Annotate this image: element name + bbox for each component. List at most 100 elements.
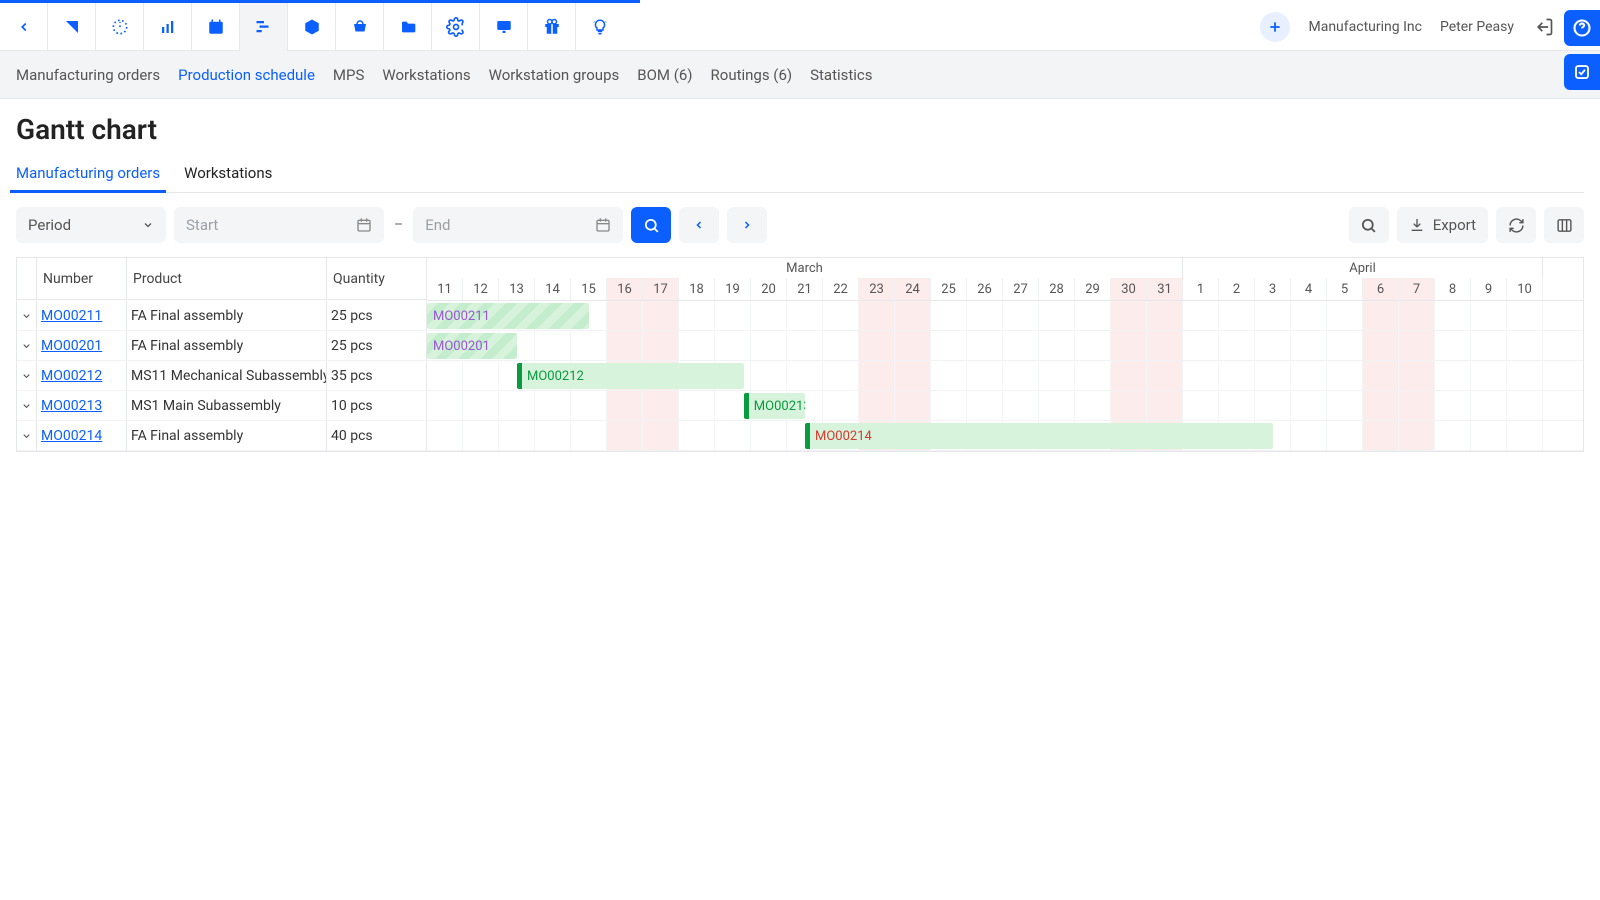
end-date-input[interactable]: End (413, 207, 623, 243)
mo-number-link[interactable]: MO00213 (41, 398, 102, 414)
loading-progress (0, 0, 1600, 3)
gantt-bar[interactable]: MO00211 (427, 303, 589, 329)
gantt-bar[interactable]: MO00212 (517, 363, 744, 389)
gantt-icon[interactable] (240, 3, 288, 51)
columns-icon (1556, 217, 1573, 234)
subnav-workstations[interactable]: Workstations (382, 66, 470, 84)
dashboard-icon[interactable] (96, 3, 144, 51)
mo-number-link[interactable]: MO00201 (41, 338, 102, 354)
export-button[interactable]: Export (1397, 207, 1488, 243)
mo-number-cell: MO00214 (37, 421, 127, 451)
filter-controls: Period Start – End Export (16, 193, 1584, 257)
day-header: 1 (1183, 278, 1219, 300)
display-icon[interactable] (480, 3, 528, 51)
logo-icon[interactable] (48, 3, 96, 51)
gantt-bar-label: MO00214 (815, 429, 872, 444)
subnav-mps[interactable]: MPS (333, 66, 364, 84)
day-header: 14 (535, 278, 571, 300)
gantt-bar[interactable]: MO00213 (744, 393, 805, 419)
day-header: 8 (1435, 278, 1471, 300)
tasks-icon[interactable] (1564, 54, 1600, 90)
day-header: 10 (1507, 278, 1543, 300)
day-header: 18 (679, 278, 715, 300)
user-name[interactable]: Peter Peasy (1440, 19, 1514, 35)
end-date-placeholder: End (425, 216, 450, 234)
next-button[interactable] (727, 207, 767, 243)
back-button[interactable] (0, 3, 48, 51)
day-header: 16 (607, 278, 643, 300)
day-header: 20 (751, 278, 787, 300)
calendar-icon[interactable] (192, 3, 240, 51)
expand-row-button[interactable] (17, 421, 37, 451)
gantt-bar-label: MO00212 (527, 369, 584, 384)
day-header: 17 (643, 278, 679, 300)
prev-button[interactable] (679, 207, 719, 243)
subnav-manufacturing-orders[interactable]: Manufacturing orders (16, 66, 160, 84)
col-quantity-header: Quantity (327, 258, 427, 300)
add-button[interactable] (1260, 12, 1290, 42)
chevron-left-icon (693, 219, 705, 231)
expand-row-button[interactable] (17, 331, 37, 361)
mo-number-cell: MO00201 (37, 331, 127, 361)
day-header: 2 (1219, 278, 1255, 300)
folder-icon[interactable] (384, 3, 432, 51)
gift-icon[interactable] (528, 3, 576, 51)
day-header: 5 (1327, 278, 1363, 300)
inventory-icon[interactable] (288, 3, 336, 51)
reports-icon[interactable] (144, 3, 192, 51)
subnav-production-schedule[interactable]: Production schedule (178, 66, 315, 84)
subnav-routings[interactable]: Routings (6) (711, 66, 793, 84)
mo-number-link[interactable]: MO00214 (41, 428, 102, 444)
help-icon[interactable] (1564, 10, 1600, 46)
quantity-cell: 10 pcs (327, 391, 427, 421)
product-cell: MS11 Mechanical Subassembly (127, 361, 327, 391)
ideas-icon[interactable] (576, 3, 624, 51)
period-select-label: Period (28, 216, 71, 234)
expand-row-button[interactable] (17, 391, 37, 421)
subnav-statistics[interactable]: Statistics (810, 66, 872, 84)
org-name[interactable]: Manufacturing Inc (1308, 19, 1421, 35)
timeline-row: MO00214 (427, 421, 1583, 451)
day-header: 6 (1363, 278, 1399, 300)
settings-icon[interactable] (432, 3, 480, 51)
refresh-icon (1508, 217, 1525, 234)
calendar-small-icon (595, 217, 611, 233)
quantity-cell: 40 pcs (327, 421, 427, 451)
month-header: April (1183, 258, 1543, 278)
col-number-header: Number (37, 258, 127, 300)
tab-workstations[interactable]: Workstations (184, 156, 272, 192)
quantity-cell: 35 pcs (327, 361, 427, 391)
mo-number-link[interactable]: MO00211 (41, 308, 102, 324)
export-label: Export (1433, 216, 1476, 234)
columns-button[interactable] (1544, 207, 1584, 243)
mo-number-link[interactable]: MO00212 (41, 368, 102, 384)
logout-icon[interactable] (1532, 15, 1556, 39)
timeline-row: MO00212 (427, 361, 1583, 391)
gantt-bar[interactable]: MO00214 (805, 423, 1273, 449)
start-date-input[interactable]: Start (174, 207, 384, 243)
month-header: March (427, 258, 1183, 278)
day-header: 12 (463, 278, 499, 300)
day-header: 9 (1471, 278, 1507, 300)
apply-filter-button[interactable] (631, 207, 671, 243)
view-tabs: Manufacturing orders Workstations (16, 156, 1584, 193)
shopping-icon[interactable] (336, 3, 384, 51)
expand-row-button[interactable] (17, 361, 37, 391)
subnav-bom[interactable]: BOM (6) (637, 66, 692, 84)
gantt-bar[interactable]: MO00201 (427, 333, 517, 359)
expand-row-button[interactable] (17, 301, 37, 331)
day-header: 19 (715, 278, 751, 300)
subnav-workstation-groups[interactable]: Workstation groups (489, 66, 620, 84)
date-range-dash: – (392, 217, 405, 233)
sub-navigation: Manufacturing orders Production schedule… (0, 51, 1600, 99)
refresh-button[interactable] (1496, 207, 1536, 243)
mo-number-cell: MO00211 (37, 301, 127, 331)
start-date-placeholder: Start (186, 216, 218, 234)
search-icon (1360, 217, 1377, 234)
day-header: 13 (499, 278, 535, 300)
search-button[interactable] (1349, 207, 1389, 243)
gantt-bar-label: MO00201 (433, 339, 490, 354)
tab-manufacturing-orders[interactable]: Manufacturing orders (16, 156, 160, 192)
timeline-row: MO00211 (427, 301, 1583, 331)
period-select[interactable]: Period (16, 207, 166, 243)
